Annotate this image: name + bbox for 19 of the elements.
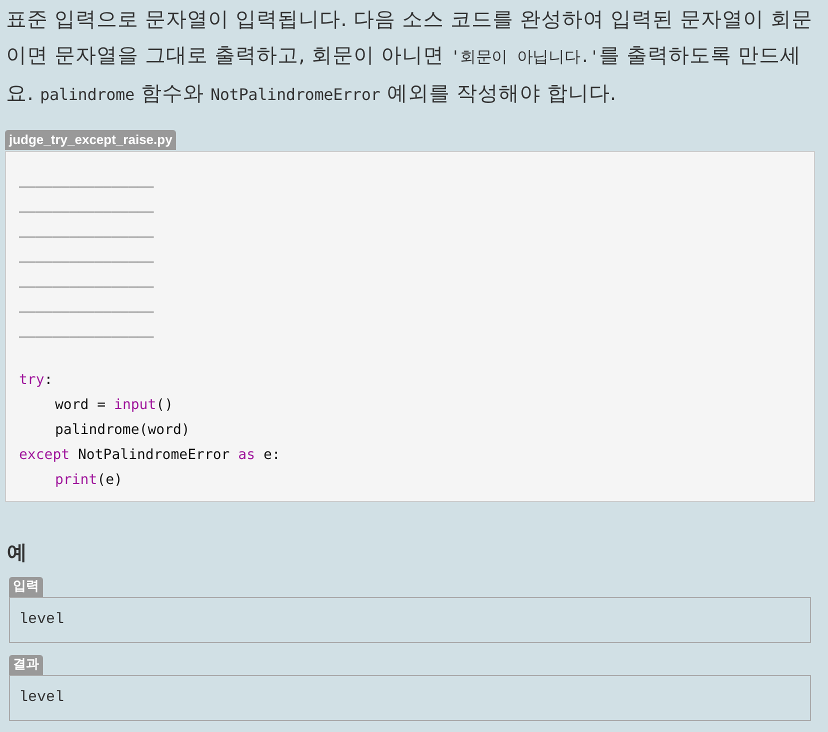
code-line: ________________ xyxy=(19,272,154,288)
code-line: ________________ xyxy=(19,222,154,238)
example-label: 결과 xyxy=(9,655,43,675)
code-line: ________________ xyxy=(19,297,154,313)
example-output: level xyxy=(9,675,811,721)
problem-description: 표준 입력으로 문자열이 입력됩니다. 다음 소스 코드를 완성하여 입력된 문자열이 회문이면 문자열을 그대로 출력하고, 회문이 아니면 '회문이 아닙니다.'를 출력하도록 만드세요. palindrome 함수와 NotPalindromeError 예외를 작성해야 합니다. xyxy=(5,6,814,107)
code-line: ________________ xyxy=(19,172,154,188)
code-line: try: xyxy=(19,372,53,388)
code-line: except NotPalindromeError as e: xyxy=(19,447,280,463)
code-line: ________________ xyxy=(19,197,154,213)
code-line: ________________ xyxy=(19,322,154,338)
code-line: word = input() xyxy=(55,397,174,413)
example-label: 입력 xyxy=(9,577,43,597)
code-line: ________________ xyxy=(19,247,154,263)
code-line: print(e) xyxy=(55,472,122,488)
file-name-label: judge_try_except_raise.py xyxy=(5,130,176,150)
example-heading: 예 xyxy=(7,539,28,565)
example-output: level xyxy=(9,597,811,643)
code-line: palindrome(word) xyxy=(55,422,190,438)
